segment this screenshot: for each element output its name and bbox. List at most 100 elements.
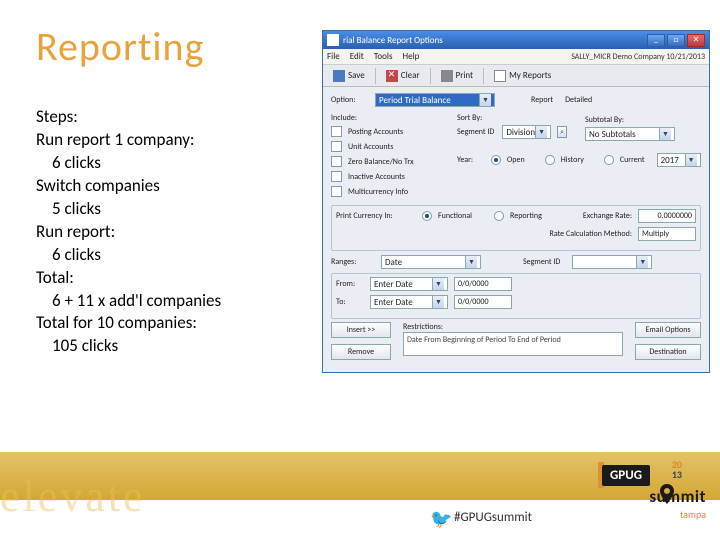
- report-label: Report: [531, 95, 553, 105]
- reports-icon: [494, 70, 506, 82]
- zero-checkbox[interactable]: [331, 156, 342, 167]
- posting-checkbox[interactable]: [331, 126, 342, 137]
- ranges-seg-combo[interactable]: ▼: [572, 255, 652, 269]
- slide-title: Reporting: [36, 22, 204, 71]
- tampa-text: tampa: [680, 508, 706, 521]
- rate-input[interactable]: 0.0000000: [638, 209, 696, 223]
- year-label: Year:: [457, 155, 485, 165]
- chevron-down-icon: ▼: [465, 256, 477, 268]
- history-radio[interactable]: [545, 155, 555, 165]
- separator: [483, 68, 484, 84]
- step-detail: 6 + 11 x add'l companies: [36, 290, 221, 313]
- twitter-icon: 🐦: [430, 508, 452, 530]
- step-line: Switch companies: [36, 175, 221, 198]
- open-radio[interactable]: [491, 155, 501, 165]
- calc-label: Rate Calculation Method:: [549, 229, 632, 239]
- currency-group: Print Currency In: Functional Reporting …: [331, 205, 701, 251]
- segment-combo[interactable]: Division▼: [502, 125, 551, 139]
- reporting-label: Reporting: [510, 211, 542, 221]
- email-options-button[interactable]: Email Options: [635, 322, 701, 338]
- report-options-window: rial Balance Report Options _ □ ✕ File E…: [322, 30, 710, 373]
- close-button[interactable]: ✕: [687, 34, 705, 47]
- menu-tools[interactable]: Tools: [374, 51, 393, 62]
- company-context: SALLY_MICR Demo Company 10/21/2013: [571, 52, 705, 62]
- to-type-combo[interactable]: Enter Date▼: [370, 295, 448, 309]
- history-label: History: [561, 155, 584, 165]
- maximize-button[interactable]: □: [667, 34, 685, 47]
- ranges-combo[interactable]: Date▼: [381, 255, 481, 269]
- print-button[interactable]: Print: [435, 68, 480, 84]
- calc-value: Multiply: [638, 227, 696, 241]
- chevron-down-icon: ▼: [535, 126, 547, 138]
- to-label: To:: [336, 297, 364, 307]
- print-icon: [441, 70, 453, 82]
- remove-button[interactable]: Remove: [331, 344, 391, 360]
- step-line: Run report 1 company:: [36, 129, 221, 152]
- my-reports-button[interactable]: My Reports: [488, 68, 557, 84]
- chevron-down-icon: ▼: [659, 128, 671, 140]
- summit-text: summit: [649, 486, 706, 507]
- clear-button[interactable]: Clear: [380, 68, 426, 84]
- steps-block: Steps: Run report 1 company: 6 clicks Sw…: [36, 106, 221, 358]
- subtotal-combo[interactable]: No Subtotals▼: [585, 127, 675, 141]
- option-combo[interactable]: Period Trial Balance▼: [375, 93, 495, 107]
- save-button[interactable]: Save: [327, 68, 371, 84]
- current-radio[interactable]: [604, 155, 614, 165]
- step-line: Total:: [36, 267, 221, 290]
- step-detail: 6 clicks: [36, 244, 221, 267]
- separator: [375, 68, 376, 84]
- open-label: Open: [507, 155, 525, 165]
- option-label: Option:: [331, 95, 369, 105]
- chevron-down-icon: ▼: [432, 296, 444, 308]
- subtotal-label: Subtotal By:: [585, 115, 701, 125]
- menu-file[interactable]: File: [327, 51, 340, 62]
- save-icon: [333, 70, 345, 82]
- reporting-radio[interactable]: [494, 211, 504, 221]
- footer: GPUG 2013 summit elevate 🐦 #GPUGsummit t…: [0, 452, 720, 540]
- chevron-down-icon: ▼: [636, 256, 648, 268]
- elevate-text: elevate: [0, 471, 146, 522]
- report-value: Detailed: [565, 95, 592, 105]
- minimize-button[interactable]: _: [647, 34, 665, 47]
- restrictions-label: Restrictions:: [403, 322, 623, 332]
- segment-label: Segment ID: [457, 127, 496, 137]
- year-combo[interactable]: 2017▼: [657, 153, 701, 167]
- step-line: Run report:: [36, 221, 221, 244]
- posting-label: Posting Accounts: [348, 127, 403, 137]
- print-currency-label: Print Currency In:: [336, 211, 416, 221]
- from-date-input[interactable]: 0/0/0000: [454, 277, 512, 291]
- toolbar: Save Clear Print My Reports: [323, 65, 709, 87]
- unit-checkbox[interactable]: [331, 141, 342, 152]
- mc-checkbox[interactable]: [331, 186, 342, 197]
- rate-label: Exchange Rate:: [583, 211, 632, 221]
- hashtag: #GPUGsummit: [454, 510, 532, 525]
- current-label: Current: [620, 155, 645, 165]
- ranges-label: Ranges:: [331, 257, 375, 267]
- lookup-icon[interactable]: ⌕: [557, 126, 567, 138]
- inactive-checkbox[interactable]: [331, 171, 342, 182]
- zero-label: Zero Balance/No Trx: [348, 157, 414, 167]
- ranges-seg-label: Segment ID: [523, 257, 560, 267]
- functional-radio[interactable]: [422, 211, 432, 221]
- steps-heading: Steps:: [36, 106, 221, 129]
- window-titlebar: rial Balance Report Options _ □ ✕: [323, 31, 709, 49]
- from-type-combo[interactable]: Enter Date▼: [370, 277, 448, 291]
- year-badge: 2013: [672, 460, 682, 480]
- from-label: From:: [336, 279, 364, 289]
- chevron-down-icon: ▼: [479, 94, 491, 106]
- gpug-text: GPUG: [602, 465, 650, 486]
- app-icon: [327, 34, 339, 46]
- to-date-input[interactable]: 0/0/0000: [454, 295, 512, 309]
- include-label: Include:: [331, 113, 451, 123]
- window-body: Option: Period Trial Balance▼ Report Det…: [323, 87, 709, 372]
- menu-edit[interactable]: Edit: [350, 51, 364, 62]
- chevron-down-icon: ▼: [685, 154, 697, 166]
- inactive-label: Inactive Accounts: [348, 172, 405, 182]
- destination-button[interactable]: Destination: [635, 344, 701, 360]
- menu-help[interactable]: Help: [403, 51, 420, 62]
- step-detail: 6 clicks: [36, 152, 221, 175]
- restrictions-list[interactable]: Date From Beginning of Period To End of …: [403, 332, 623, 356]
- separator: [430, 68, 431, 84]
- insert-button[interactable]: Insert >>: [331, 322, 391, 338]
- fromto-group: From: Enter Date▼ 0/0/0000 To: Enter Dat…: [331, 273, 701, 319]
